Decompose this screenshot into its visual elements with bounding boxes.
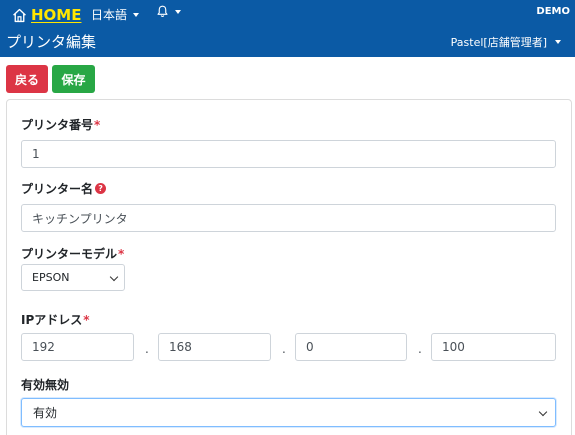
enabled-selected: 有効 <box>33 406 58 420</box>
printer-number-label: プリンタ番号 * <box>21 116 100 133</box>
bell-icon <box>157 5 168 18</box>
ip-octet-2-value: 168 <box>169 340 192 354</box>
save-button[interactable]: 保存 <box>52 65 95 93</box>
home-label: HOME <box>31 6 82 24</box>
printer-number-label-text: プリンタ番号 <box>21 118 94 132</box>
caret-down-icon <box>555 40 561 44</box>
language-dropdown[interactable]: 日本語 <box>91 6 140 23</box>
printer-model-label: プリンターモデル * <box>21 245 124 262</box>
back-button[interactable]: 戻る <box>6 65 48 93</box>
enabled-label: 有効無効 <box>21 376 69 393</box>
chevron-down-icon <box>109 272 119 282</box>
ip-octet-3-input[interactable]: 0 <box>295 333 407 361</box>
enabled-select[interactable]: 有効 <box>21 398 556 427</box>
printer-model-select[interactable]: EPSON <box>21 264 125 291</box>
chevron-down-icon <box>538 407 548 417</box>
user-menu[interactable]: Pastel[店舗管理者] <box>451 34 561 50</box>
caret-down-icon <box>175 9 181 14</box>
language-label: 日本語 <box>91 8 128 22</box>
printer-model-label-text: プリンターモデル <box>21 247 118 261</box>
required-mark: * <box>83 312 90 327</box>
home-link[interactable]: HOME <box>11 5 81 25</box>
ip-separator: . <box>282 342 286 356</box>
user-label: Pastel[店舗管理者] <box>450 36 547 49</box>
printer-model-selected: EPSON <box>32 271 70 284</box>
ip-octet-2-input[interactable]: 168 <box>158 333 271 361</box>
printer-name-label-text: プリンター名 <box>21 182 94 196</box>
ip-octet-4-input[interactable]: 100 <box>431 333 556 361</box>
printer-name-value: キッチンプリンタ <box>32 211 128 226</box>
caret-down-icon <box>133 12 140 17</box>
ip-address-label-text: IPアドレス <box>21 313 83 327</box>
printer-name-input[interactable]: キッチンプリンタ <box>21 204 556 232</box>
enabled-label-text: 有効無効 <box>21 378 70 392</box>
top-navbar: HOME 日本語 DEMO プリンタ編集 Pastel[店舗管理者] <box>0 0 575 57</box>
required-mark: * <box>118 246 125 261</box>
ip-octet-1-value: 192 <box>32 340 55 354</box>
ip-separator: . <box>145 342 149 356</box>
ip-octet-3-value: 0 <box>306 340 314 354</box>
ip-address-label: IPアドレス * <box>21 311 90 328</box>
environment-label: DEMO <box>536 6 570 17</box>
page-title: プリンタ編集 <box>6 33 97 51</box>
printer-number-value: 1 <box>32 147 40 161</box>
notification-dropdown[interactable] <box>156 5 181 18</box>
ip-octet-1-input[interactable]: 192 <box>21 333 134 361</box>
printer-number-input[interactable]: 1 <box>21 140 556 168</box>
question-circle-icon[interactable]: ? <box>95 183 107 194</box>
ip-octet-4-value: 100 <box>442 340 465 354</box>
home-icon <box>13 8 26 22</box>
printer-name-label: プリンター名 ? <box>21 180 107 197</box>
ip-separator: . <box>418 342 422 356</box>
required-mark: * <box>94 117 101 132</box>
